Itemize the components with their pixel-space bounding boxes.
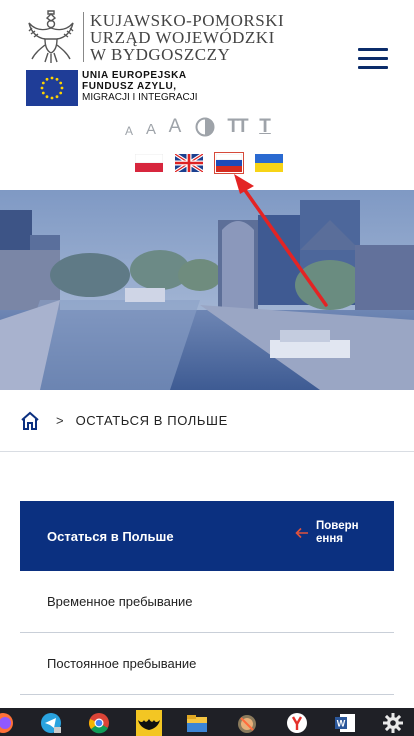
back-button[interactable]: Поверн ення — [295, 520, 370, 546]
eu-line-3: MIGRACJI I INTEGRACJI — [82, 92, 198, 103]
settings-gear-icon[interactable] — [382, 712, 404, 734]
office-name-line-3: W BYDGOSZCZY — [90, 45, 231, 64]
eu-line-1: UNIA EUROPEJSKA — [82, 70, 187, 81]
accessibility-toolbar: A A A TT T — [118, 116, 278, 138]
font-size-large-button[interactable]: A — [162, 116, 188, 138]
office-name-line-2: URZĄD WOJEWÓDZKI — [90, 28, 275, 47]
os-taskbar: W — [0, 708, 414, 736]
section-menu-header: Остаться в Польше Поверн ення — [20, 501, 394, 571]
breadcrumb-separator: > — [56, 413, 64, 428]
polish-eagle-emblem-icon — [28, 10, 74, 63]
logo-divider — [83, 12, 84, 62]
contrast-toggle-icon[interactable] — [188, 116, 222, 138]
home-icon[interactable] — [20, 411, 40, 431]
site-header: KUJAWSKO-POMORSKI URZĄD WOJEWÓDZKI W BYD… — [0, 0, 414, 190]
menu-item-next-partial — [20, 695, 394, 708]
section-menu-title[interactable]: Остаться в Польше — [47, 529, 174, 544]
batman-icon[interactable] — [136, 710, 162, 736]
language-russian-flag-icon[interactable] — [214, 152, 244, 174]
eu-flag-icon — [26, 70, 78, 106]
language-ukrainian-flag-icon[interactable] — [254, 152, 284, 174]
firefox-icon[interactable] — [0, 712, 14, 734]
menu-item-permanent-stay[interactable]: Постоянное пребывание — [20, 633, 394, 695]
chrome-icon[interactable] — [88, 712, 110, 734]
eu-fund-text: UNIA EUROPEJSKA FUNDUSZ AZYLU, MIGRACJI … — [82, 70, 198, 103]
hamburger-menu-icon[interactable] — [358, 48, 388, 70]
font-size-small-button[interactable]: A — [118, 124, 140, 138]
yandex-browser-icon[interactable] — [286, 712, 308, 734]
gimp-icon[interactable] — [236, 712, 258, 734]
eu-line-2: FUNDUSZ AZYLU, — [82, 81, 177, 92]
telegram-icon[interactable] — [40, 712, 62, 734]
office-name[interactable]: KUJAWSKO-POMORSKI URZĄD WOJEWÓDZKI W BYD… — [90, 12, 284, 63]
font-size-medium-button[interactable]: A — [140, 121, 162, 138]
hero-city-image — [0, 190, 414, 390]
breadcrumb: > ОСТАТЬСЯ В ПОЛЬШЕ — [0, 390, 414, 452]
text-spacing-increase-button[interactable]: TT — [222, 116, 252, 138]
office-name-line-1: KUJAWSKO-POMORSKI — [90, 11, 285, 30]
file-explorer-icon[interactable] — [186, 712, 208, 734]
back-button-label: Поверн ення — [316, 520, 359, 545]
language-switcher — [134, 152, 284, 174]
menu-item-temporary-stay[interactable]: Временное пребывание — [20, 571, 394, 633]
breadcrumb-current: ОСТАТЬСЯ В ПОЛЬШЕ — [75, 413, 228, 428]
svg-text:W: W — [337, 719, 346, 729]
language-english-flag-icon[interactable] — [174, 152, 204, 174]
arrow-left-icon — [295, 527, 308, 539]
text-spacing-reset-button[interactable]: T — [252, 116, 278, 138]
word-icon[interactable]: W — [334, 712, 356, 734]
language-polish-flag-icon[interactable] — [134, 152, 164, 174]
